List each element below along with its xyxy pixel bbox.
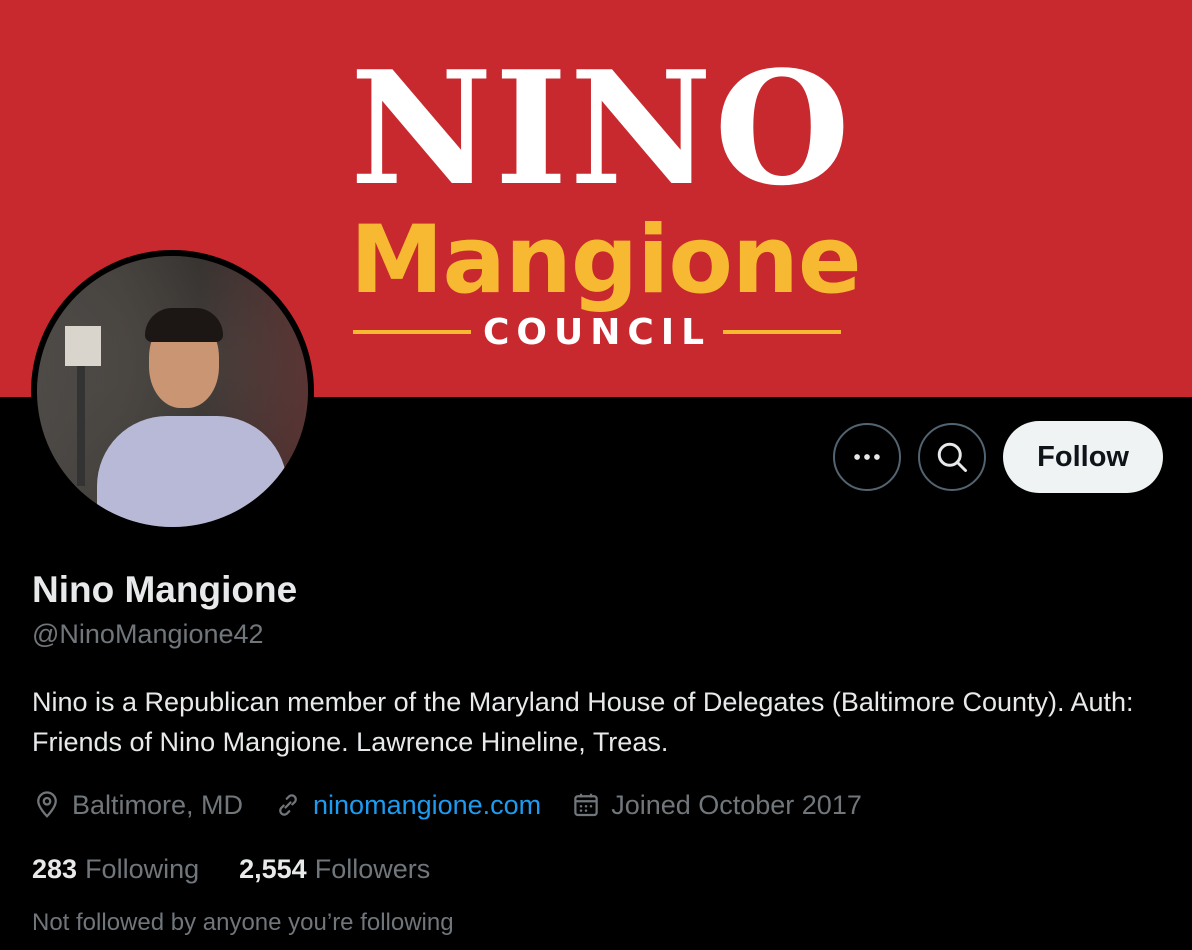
following-label: Following xyxy=(85,854,200,884)
location-icon xyxy=(37,791,57,818)
link-icon xyxy=(279,794,297,816)
location-text: Baltimore, MD xyxy=(72,789,244,820)
profile-info: Nino Mangione @NinoMangione42 Nino is a … xyxy=(32,568,1152,938)
follow-button[interactable]: Follow xyxy=(1003,421,1163,493)
website[interactable]: ninomangione.com xyxy=(273,790,541,821)
followers-count: 2,554 xyxy=(239,854,307,884)
banner-council: COUNCIL xyxy=(482,311,712,353)
search-button[interactable] xyxy=(918,423,987,491)
display-name: Nino Mangione xyxy=(32,569,298,610)
avatar[interactable] xyxy=(31,250,314,533)
bio: Nino is a Republican member of the Maryl… xyxy=(32,687,1134,757)
website-link[interactable]: ninomangione.com xyxy=(313,790,541,821)
profile-actions: Follow xyxy=(833,421,1163,493)
search-icon xyxy=(937,442,968,472)
calendar-icon xyxy=(574,793,598,817)
join-date-text: Joined October 2017 xyxy=(611,789,862,820)
banner-rule-right xyxy=(723,330,842,334)
followers-stat[interactable]: 2,554 Followers xyxy=(239,852,430,886)
username: @NinoMangione42 xyxy=(32,619,264,649)
banner-council-row: COUNCIL xyxy=(353,310,842,354)
banner-rule-left xyxy=(353,330,471,334)
followers-you-know: Not followed by anyone you’re following xyxy=(32,909,454,936)
banner-title: NINO xyxy=(350,37,853,220)
following-count: 283 xyxy=(32,854,78,884)
follow-stats: 283 Following 2,554 Followers xyxy=(32,852,1152,886)
banner-subtitle: Mangione xyxy=(350,206,862,315)
more-icon xyxy=(854,454,880,460)
following-stat[interactable]: 283 Following xyxy=(32,852,199,886)
profile-meta: Baltimore, MD ninomangione.com Joined Oc… xyxy=(32,788,1152,822)
followers-label: Followers xyxy=(314,854,431,884)
avatar-photo xyxy=(37,256,308,527)
location: Baltimore, MD xyxy=(32,790,243,821)
more-button[interactable] xyxy=(833,423,902,491)
join-date: Joined October 2017 xyxy=(571,790,862,821)
